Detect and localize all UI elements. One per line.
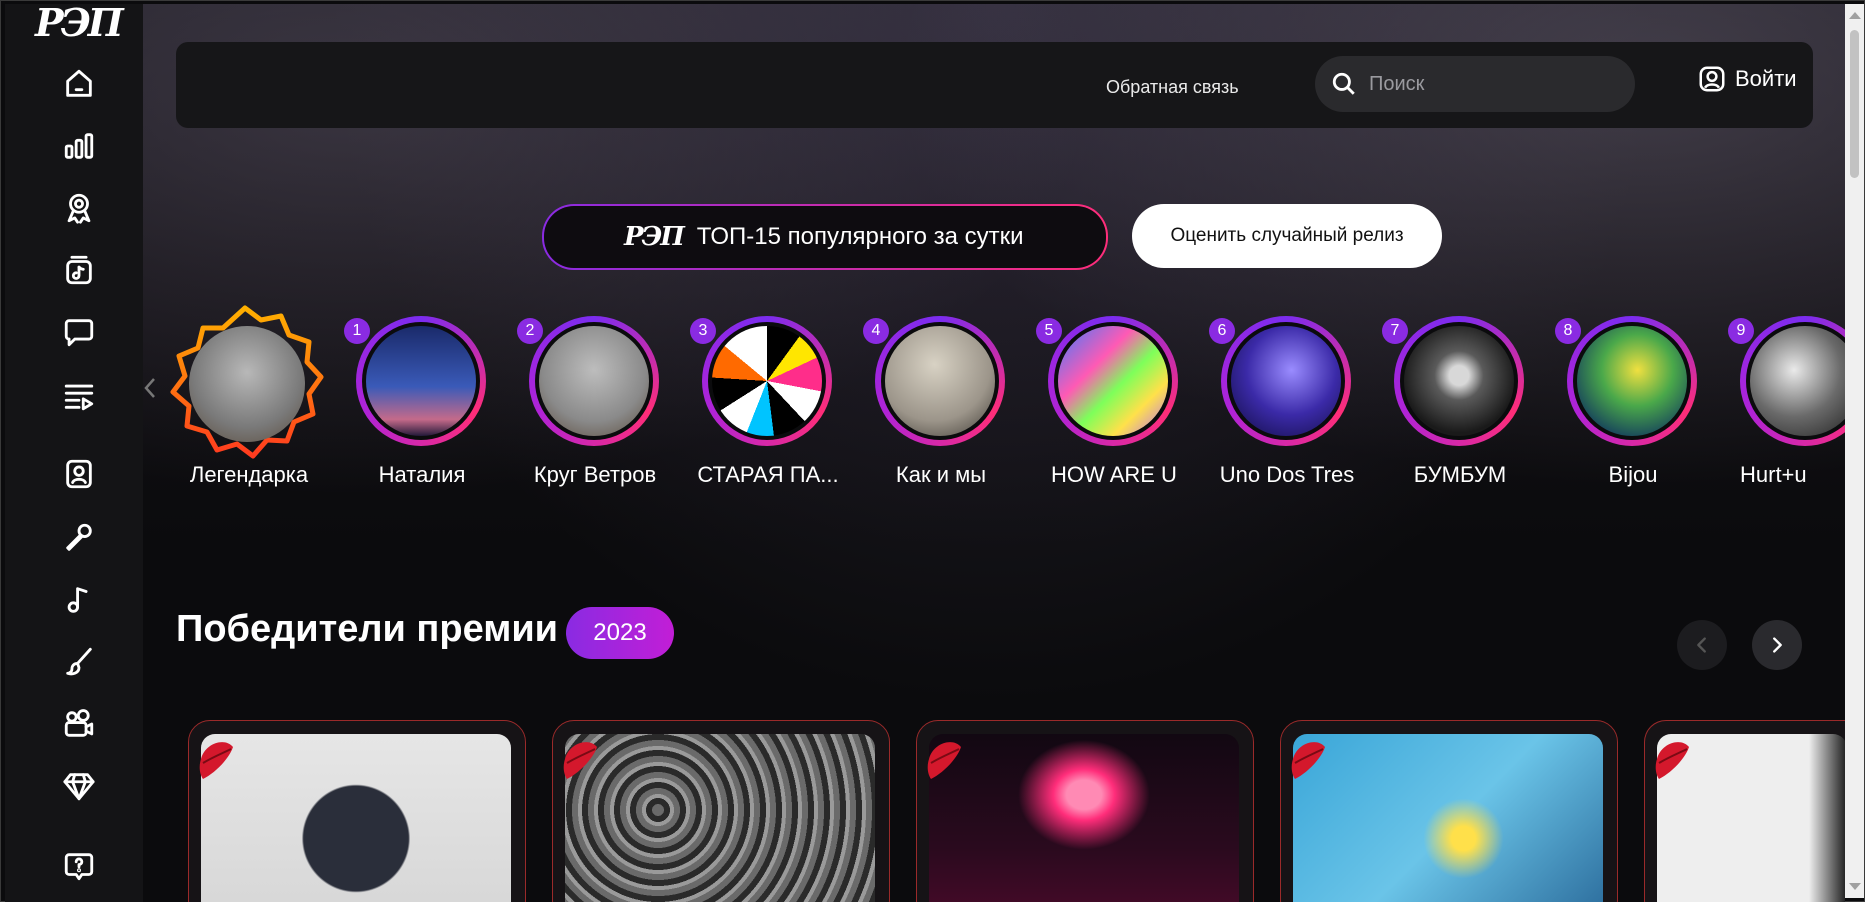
winner-card[interactable] (1280, 720, 1618, 902)
rank-badge: 2 (517, 318, 543, 344)
rank-badge: 4 (863, 318, 889, 344)
story-item[interactable]: 9 Hurt+u (1718, 316, 1845, 516)
story-name: Как и мы (895, 462, 987, 487)
story-cover-art (1231, 326, 1341, 436)
award-lips-icon (1291, 742, 1325, 779)
story-cover-art (885, 326, 995, 436)
search-input[interactable] (1367, 71, 1611, 97)
music-note-icon[interactable] (57, 578, 101, 622)
story-name: БУМБУМ (1413, 462, 1507, 487)
story-name: Наталия (378, 462, 466, 487)
story-name: Легендарка (189, 462, 309, 487)
rank-badge: 7 (1382, 318, 1408, 344)
login-button[interactable]: Войти (1697, 64, 1797, 94)
story-ring (356, 316, 486, 446)
winner-card[interactable] (916, 720, 1254, 902)
story-name: Круг Ветров (533, 462, 657, 487)
search-icon (1332, 72, 1355, 95)
video-camera-icon[interactable] (57, 702, 101, 746)
rank-badge: 5 (1036, 318, 1062, 344)
story-cover-art (366, 326, 476, 436)
story-name: СТАРАЯ ПА... (697, 462, 839, 487)
user-icon (1699, 66, 1725, 92)
winner-cover-art (929, 734, 1239, 902)
story-cover-art (539, 326, 649, 436)
rank-badge: 6 (1209, 318, 1235, 344)
chevron-right-icon (1773, 637, 1782, 653)
winners-next-button[interactable] (1752, 620, 1802, 670)
tiktok-clips-icon[interactable] (57, 248, 101, 292)
page-scrollbar[interactable] (1845, 4, 1864, 898)
chat-icon[interactable] (57, 310, 101, 354)
stories-prev-arrow-icon[interactable] (143, 376, 157, 400)
winner-cover-art (1293, 734, 1603, 902)
award-lips-icon (1655, 742, 1689, 779)
story-ring (1394, 316, 1524, 446)
header-bar: Обратная связь Войти (176, 42, 1813, 128)
scroll-down-arrow-icon[interactable] (1849, 883, 1861, 890)
home-icon[interactable] (57, 62, 101, 106)
story-cover-art (1577, 326, 1687, 436)
winners-prev-button[interactable] (1677, 620, 1727, 670)
award-lips-icon (927, 742, 961, 779)
winner-card[interactable] (552, 720, 890, 902)
rank-badge: 9 (1728, 318, 1754, 344)
top15-button[interactable]: РЭП ТОП-15 популярного за сутки (542, 204, 1108, 270)
chevron-left-icon (1697, 637, 1706, 653)
winners-title: Победители премии (176, 608, 559, 650)
help-icon[interactable] (57, 844, 101, 888)
scroll-up-arrow-icon[interactable] (1849, 12, 1861, 19)
story-cover-art (712, 326, 822, 436)
story-cover-art (1750, 326, 1845, 436)
charts-icon[interactable] (57, 124, 101, 168)
rank-badge: 1 (344, 318, 370, 344)
story-ring (875, 316, 1005, 446)
story-cover-art (1058, 326, 1168, 436)
story-cover-art (189, 326, 305, 442)
winner-card[interactable] (1644, 720, 1845, 902)
year-selector[interactable]: 2023 (566, 607, 674, 659)
login-label: Войти (1735, 66, 1797, 91)
story-name: Bijou (1608, 462, 1658, 487)
diamond-icon[interactable] (57, 764, 101, 808)
feedback-link[interactable]: Обратная связь (1106, 77, 1239, 98)
story-name: HOW ARE U (1051, 462, 1177, 487)
winner-cover-art (565, 734, 875, 902)
story-ring (1048, 316, 1178, 446)
brand-logo[interactable]: РЭП (35, 4, 124, 42)
rank-badge: 8 (1555, 318, 1581, 344)
main-content: Обратная связь Войти РЭП ТОП-15 популярн… (143, 4, 1845, 902)
winner-card[interactable] (188, 720, 526, 902)
random-release-button[interactable]: Оценить случайный релиз (1132, 204, 1442, 268)
award-icon[interactable] (57, 186, 101, 230)
sidebar: РЭП (5, 4, 143, 902)
top15-logo: РЭП (624, 222, 685, 252)
story-ring (702, 316, 832, 446)
top15-label: ТОП-15 популярного за сутки (696, 223, 1024, 250)
brush-icon[interactable] (57, 640, 101, 684)
story-ring (1221, 316, 1351, 446)
artist-profile-icon[interactable] (57, 452, 101, 496)
rank-badge: 3 (690, 318, 716, 344)
search-box[interactable] (1315, 56, 1635, 112)
story-name: Hurt+u (1740, 462, 1807, 487)
playlist-icon[interactable] (57, 374, 101, 418)
winner-cover-art (201, 734, 511, 902)
scroll-thumb[interactable] (1850, 30, 1859, 178)
award-lips-icon (563, 742, 597, 779)
story-name: Uno Dos Tres (1219, 462, 1355, 487)
story-ring (1567, 316, 1697, 446)
story-ring (1740, 316, 1845, 446)
story-ring (529, 316, 659, 446)
award-lips-icon (199, 742, 233, 779)
microphone-icon[interactable] (57, 516, 101, 560)
story-cover-art (1404, 326, 1514, 436)
